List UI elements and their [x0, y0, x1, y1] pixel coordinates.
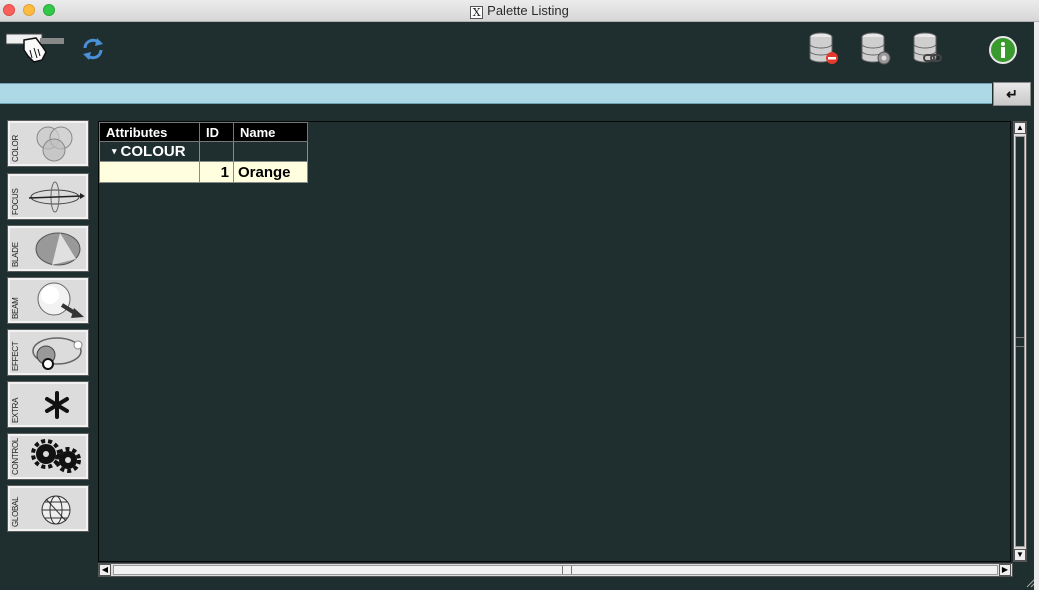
- database-settings-icon: [861, 32, 891, 65]
- enter-button[interactable]: ↵: [993, 82, 1031, 106]
- database-remove-button[interactable]: [808, 32, 840, 66]
- group-row-colour[interactable]: ▾ COLOUR: [99, 141, 308, 162]
- focus-attribute-button[interactable]: FOCUS: [7, 173, 89, 220]
- beam-attribute-button[interactable]: BEAM: [7, 277, 89, 324]
- horizontal-scrollbar[interactable]: ◀ ▶: [98, 563, 1013, 577]
- title-bar: X Palette Listing: [0, 0, 1039, 22]
- asterisk-icon: [45, 391, 69, 419]
- group-id-cell: [199, 141, 234, 162]
- horizontal-scroll-grip[interactable]: [562, 566, 572, 574]
- color-attribute-button[interactable]: COLOR: [7, 120, 89, 167]
- column-header-name[interactable]: Name: [233, 122, 308, 142]
- database-remove-icon: [809, 32, 838, 64]
- group-label: COLOUR: [120, 143, 186, 160]
- command-line-bar: [0, 83, 992, 104]
- scroll-right-arrow-icon[interactable]: ▶: [999, 564, 1011, 576]
- group-collapse-toggle[interactable]: ▾: [112, 146, 117, 156]
- side-button-label: GLOBAL: [11, 496, 20, 527]
- beam-arrow-icon: [37, 282, 84, 318]
- refresh-button[interactable]: [80, 36, 106, 62]
- side-button-label: CONTROL: [11, 437, 20, 475]
- group-name-cell: [233, 141, 308, 162]
- group-cell[interactable]: ▾ COLOUR: [99, 141, 200, 162]
- scroll-left-arrow-icon[interactable]: ◀: [99, 564, 111, 576]
- window-title: Palette Listing: [487, 3, 569, 18]
- scroll-down-arrow-icon[interactable]: ▼: [1014, 549, 1026, 561]
- pointing-hand-icon: [5, 33, 64, 63]
- pointing-hand-button[interactable]: [5, 30, 66, 66]
- window-title-area: X Palette Listing: [0, 3, 1039, 19]
- scroll-up-arrow-icon[interactable]: ▲: [1014, 122, 1026, 134]
- control-attribute-button[interactable]: CONTROL: [7, 433, 89, 480]
- column-header-id[interactable]: ID: [199, 122, 234, 142]
- x11-logo-icon: X: [470, 6, 484, 19]
- palette-table: Attributes ID Name ▾ COLOUR 1 Orange: [99, 122, 308, 183]
- command-line-input[interactable]: [0, 84, 992, 103]
- info-button[interactable]: [989, 36, 1017, 64]
- side-button-label: BEAM: [11, 297, 20, 319]
- globe-icon: [41, 495, 71, 525]
- side-button-label: FOCUS: [11, 188, 20, 215]
- blade-icon: [35, 232, 81, 266]
- refresh-icon: [83, 38, 103, 60]
- table-row[interactable]: 1 Orange: [99, 161, 308, 183]
- horizontal-scroll-track[interactable]: [113, 565, 998, 575]
- side-button-label: EXTRA: [11, 397, 20, 423]
- vertical-scroll-track[interactable]: [1015, 136, 1025, 547]
- database-link-button[interactable]: [912, 32, 944, 66]
- toolbar: [0, 22, 1034, 82]
- database-link-icon: [913, 32, 942, 63]
- effect-attribute-button[interactable]: EFFECT: [7, 329, 89, 376]
- table-header-row: Attributes ID Name: [99, 122, 308, 142]
- name-cell[interactable]: Orange: [233, 161, 308, 183]
- vertical-scrollbar[interactable]: ▲ ▼: [1013, 121, 1027, 562]
- gears-icon: [31, 439, 81, 473]
- info-icon: [989, 36, 1017, 64]
- effect-orbit-icon: [32, 337, 83, 370]
- color-circles-icon: [36, 126, 73, 162]
- vertical-scroll-grip[interactable]: [1016, 337, 1024, 347]
- blade-attribute-button[interactable]: BLADE: [7, 225, 89, 272]
- column-header-attributes[interactable]: Attributes: [99, 122, 200, 142]
- side-button-label: EFFECT: [11, 341, 20, 371]
- side-button-label: BLADE: [11, 242, 20, 267]
- palette-sheet: Attributes ID Name ▾ COLOUR 1 Orange: [98, 121, 1011, 562]
- side-button-label: COLOR: [11, 135, 20, 162]
- window-right-edge: [1034, 22, 1039, 590]
- id-cell[interactable]: 1: [199, 161, 234, 183]
- extra-attribute-button[interactable]: EXTRA: [7, 381, 89, 428]
- global-attribute-button[interactable]: GLOBAL: [7, 485, 89, 532]
- database-settings-button[interactable]: [860, 32, 892, 66]
- attribute-cell[interactable]: [99, 161, 200, 183]
- focus-ellipse-icon: [28, 181, 85, 213]
